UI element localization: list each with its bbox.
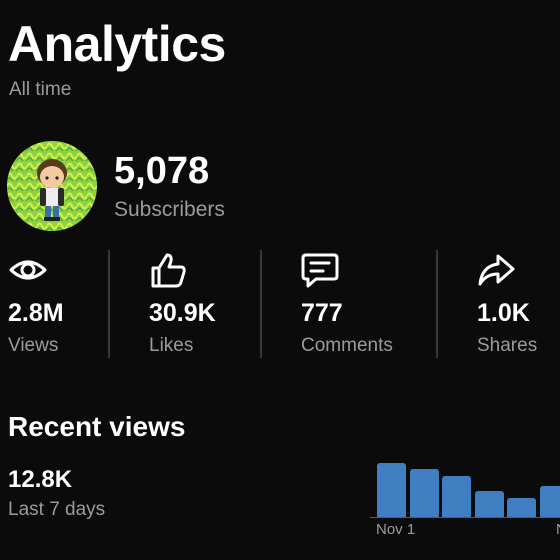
recent-views-chart[interactable]: Nov 1 N xyxy=(370,455,560,560)
chart-bar xyxy=(539,486,560,517)
stat-comments-label: Comments xyxy=(301,335,393,356)
chart-bar xyxy=(442,476,471,517)
recent-views-title: Recent views xyxy=(8,411,186,442)
stat-likes-label: Likes xyxy=(149,335,194,356)
stat-divider xyxy=(260,250,262,358)
comment-icon xyxy=(301,253,339,288)
stat-comments-value: 777 xyxy=(301,299,343,327)
chart-bar xyxy=(377,463,406,517)
eye-icon xyxy=(9,260,47,280)
subscriber-label: Subscribers xyxy=(114,198,225,221)
chart-bar xyxy=(507,498,536,517)
channel-avatar[interactable] xyxy=(7,141,97,231)
chart-tick-label: N xyxy=(556,521,560,539)
stat-views-value: 2.8M xyxy=(8,299,64,327)
stat-shares-label: Shares xyxy=(477,335,538,356)
thumbs-up-icon xyxy=(151,253,186,288)
chart-bar xyxy=(474,491,504,517)
stat-divider xyxy=(108,250,110,358)
period-label[interactable]: All time xyxy=(9,78,71,102)
analytics-page: Analytics All time 5,078 Subscribers 2.8… xyxy=(0,0,560,560)
chart-tick-label: Nov 1 xyxy=(376,521,416,538)
stat-likes-value: 30.9K xyxy=(149,299,216,327)
stat-divider xyxy=(436,250,438,358)
stat-views-label: Views xyxy=(8,335,59,356)
stat-shares-value: 1.0K xyxy=(477,299,530,327)
subscriber-count: 5,078 xyxy=(114,150,210,192)
avatar-image xyxy=(7,141,97,231)
page-title: Analytics xyxy=(8,16,226,72)
chart-bar xyxy=(409,469,439,517)
chart-baseline xyxy=(370,517,560,518)
share-icon xyxy=(478,254,515,286)
recent-views-count: 12.8K xyxy=(8,466,73,493)
recent-views-period: Last 7 days xyxy=(8,499,106,520)
